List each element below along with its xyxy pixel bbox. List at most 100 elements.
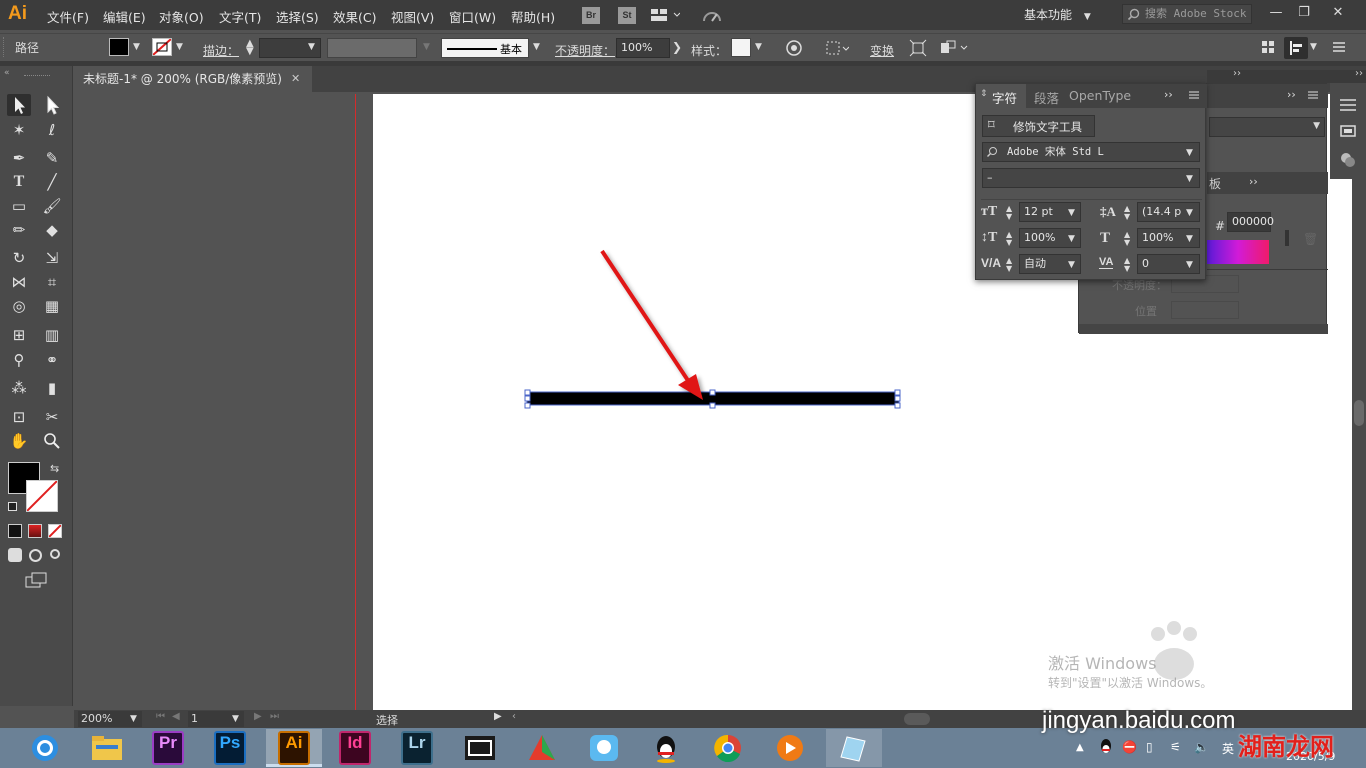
selection-handle[interactable] bbox=[894, 395, 901, 402]
panel-resize-grip[interactable] bbox=[1079, 324, 1328, 334]
collapse-icon[interactable]: ›› bbox=[1233, 68, 1241, 79]
libraries-icon[interactable] bbox=[1339, 151, 1357, 169]
opacity-label[interactable]: 不透明度： bbox=[555, 42, 615, 59]
menu-object[interactable]: 对象(O) bbox=[159, 7, 204, 26]
panel-grip[interactable] bbox=[24, 75, 50, 76]
messenger-icon[interactable] bbox=[587, 732, 621, 764]
stroke-weight-stepper[interactable]: ▲ ▼ bbox=[246, 39, 254, 57]
menu-view[interactable]: 视图(V) bbox=[391, 7, 434, 26]
vertical-scrollbar[interactable] bbox=[1352, 92, 1366, 710]
tray-wifi-icon[interactable]: ⚟ bbox=[1170, 740, 1181, 754]
eyedropper-tool-icon[interactable]: ⚲ bbox=[7, 349, 31, 371]
chevron-down-icon[interactable]: ▼ bbox=[308, 42, 315, 52]
horizontal-scroll-thumb[interactable] bbox=[904, 713, 930, 725]
swatch-tab-label[interactable]: 板 bbox=[1209, 175, 1221, 192]
default-colors-icon[interactable] bbox=[8, 502, 17, 511]
chevron-down-icon[interactable]: ▼ bbox=[755, 42, 762, 52]
color-mode-select[interactable]: ▼ bbox=[1209, 117, 1325, 137]
hand-tool-icon[interactable]: ✋ bbox=[7, 430, 31, 452]
paintbrush-tool-icon[interactable]: 🖌 bbox=[40, 195, 64, 217]
touch-type-tool-button[interactable]: ⌑ 修饰文字工具 bbox=[982, 115, 1095, 137]
stroke-color-box[interactable] bbox=[26, 480, 58, 512]
menu-type[interactable]: 文字(T) bbox=[219, 7, 261, 26]
arrange-icon[interactable] bbox=[939, 39, 969, 57]
chevron-down-icon[interactable]: ▼ bbox=[1068, 208, 1075, 218]
xmind-icon[interactable] bbox=[525, 732, 559, 764]
panel-menu-icon[interactable] bbox=[1188, 89, 1200, 101]
rotate-tool-icon[interactable]: ↻ bbox=[7, 247, 31, 269]
video-editor-icon[interactable] bbox=[463, 733, 497, 763]
chevron-down-icon[interactable]: ▼ bbox=[133, 42, 140, 52]
collapse-icon[interactable]: ›› bbox=[1164, 88, 1173, 101]
kerning-stepper[interactable]: ▲ ▼ bbox=[1006, 257, 1012, 273]
magic-wand-tool-icon[interactable]: ✶ bbox=[7, 119, 31, 141]
font-family-field[interactable]: Adobe 宋体 Std L bbox=[982, 142, 1200, 162]
stroke-swatch[interactable] bbox=[152, 38, 172, 56]
blend-tool-icon[interactable]: ⚭ bbox=[40, 349, 64, 371]
last-artboard-icon[interactable]: ⏭ bbox=[270, 711, 279, 722]
swap-fill-stroke-icon[interactable]: ⇆ bbox=[50, 462, 59, 475]
chrome-icon[interactable] bbox=[711, 732, 745, 764]
scale-tool-icon[interactable]: ⇲ bbox=[40, 247, 64, 269]
trash-icon[interactable]: 🗑 bbox=[1303, 232, 1318, 246]
column-graph-tool-icon[interactable]: ▮ bbox=[40, 377, 64, 399]
chevron-down-icon[interactable]: ▼ bbox=[1186, 148, 1193, 158]
shaper-tool-icon[interactable]: ✏ bbox=[7, 219, 31, 241]
hex-color-field[interactable]: 000000 bbox=[1227, 212, 1274, 232]
selection-handle[interactable] bbox=[524, 389, 531, 396]
variable-width-profile[interactable] bbox=[327, 38, 417, 58]
color-slider[interactable] bbox=[1285, 230, 1289, 246]
workspace-switcher[interactable]: 基本功能 ▼ bbox=[1024, 4, 1108, 26]
tray-volume-icon[interactable]: 🔈 bbox=[1194, 740, 1209, 754]
panel-menu-icon[interactable] bbox=[1331, 39, 1347, 55]
align-panel-button[interactable] bbox=[1284, 37, 1308, 59]
scroll-left-icon[interactable]: ‹ bbox=[512, 711, 516, 722]
tray-expand-icon[interactable]: ▲ bbox=[1076, 742, 1084, 753]
curvature-tool-icon[interactable]: ✎ bbox=[40, 147, 64, 169]
artboard-tool-icon[interactable]: ⊡ bbox=[7, 406, 31, 428]
gradient-mode-icon[interactable] bbox=[28, 524, 42, 538]
mesh-tool-icon[interactable]: ⊞ bbox=[7, 324, 31, 346]
lasso-tool-icon[interactable]: ℓ bbox=[40, 119, 64, 141]
opacity-field[interactable]: 100% bbox=[616, 38, 670, 58]
chevron-down-icon[interactable]: ▼ bbox=[533, 42, 540, 52]
collapse-icon[interactable]: ›› bbox=[1355, 68, 1363, 79]
isolate-object-icon[interactable] bbox=[909, 39, 927, 57]
minimize-button[interactable]: — bbox=[1262, 2, 1290, 24]
stock-search-input[interactable]: 搜索 Adobe Stock bbox=[1122, 4, 1252, 24]
selection-handle[interactable] bbox=[524, 402, 531, 409]
type-tool-icon[interactable]: T bbox=[7, 171, 31, 193]
tray-ime-label[interactable]: 英 bbox=[1222, 740, 1234, 757]
font-style-field[interactable]: – bbox=[982, 168, 1200, 188]
leading-stepper[interactable]: ▲ ▼ bbox=[1124, 205, 1130, 221]
tracking-stepper[interactable]: ▲ ▼ bbox=[1124, 257, 1130, 273]
fill-swatch[interactable] bbox=[109, 38, 129, 56]
menu-file[interactable]: 文件(F) bbox=[47, 7, 89, 26]
chevron-down-icon[interactable]: ▼ bbox=[130, 714, 137, 724]
collapse-panel-icon[interactable]: « bbox=[4, 68, 10, 78]
menu-window[interactable]: 窗口(W) bbox=[449, 7, 496, 26]
previous-artboard-icon[interactable]: ◀ bbox=[172, 711, 180, 722]
file-explorer-icon[interactable] bbox=[90, 733, 124, 763]
chevron-down-icon[interactable]: ▼ bbox=[423, 42, 430, 52]
selection-handle[interactable] bbox=[709, 402, 716, 409]
eraser-tool-icon[interactable]: ◆ bbox=[40, 219, 64, 241]
selection-handle[interactable] bbox=[709, 389, 716, 396]
status-menu-arrow[interactable]: ▶ bbox=[494, 711, 502, 722]
tray-battery-icon[interactable]: ▯ bbox=[1146, 740, 1153, 754]
properties-icon[interactable] bbox=[1339, 97, 1357, 113]
tab-character[interactable]: 字符 bbox=[992, 88, 1017, 107]
first-artboard-icon[interactable]: ⏮ bbox=[156, 711, 165, 722]
shape-builder-tool-icon[interactable]: ◎ bbox=[7, 295, 31, 317]
color-mode-icon[interactable] bbox=[8, 524, 22, 538]
panel-options-icon[interactable]: ⇕ bbox=[980, 89, 988, 99]
illustrator-icon[interactable]: Ai bbox=[278, 731, 310, 765]
width-tool-icon[interactable]: ⋈ bbox=[7, 271, 31, 293]
selection-handle[interactable] bbox=[894, 389, 901, 396]
chevron-down-icon[interactable]: ▼ bbox=[1186, 260, 1193, 270]
stroke-label[interactable]: 描边： bbox=[203, 42, 239, 59]
perspective-grid-tool-icon[interactable]: ▦ bbox=[40, 295, 64, 317]
selection-handle[interactable] bbox=[894, 402, 901, 409]
next-artboard-icon[interactable]: ▶ bbox=[254, 711, 262, 722]
chevron-down-icon[interactable]: ▼ bbox=[1186, 234, 1193, 244]
